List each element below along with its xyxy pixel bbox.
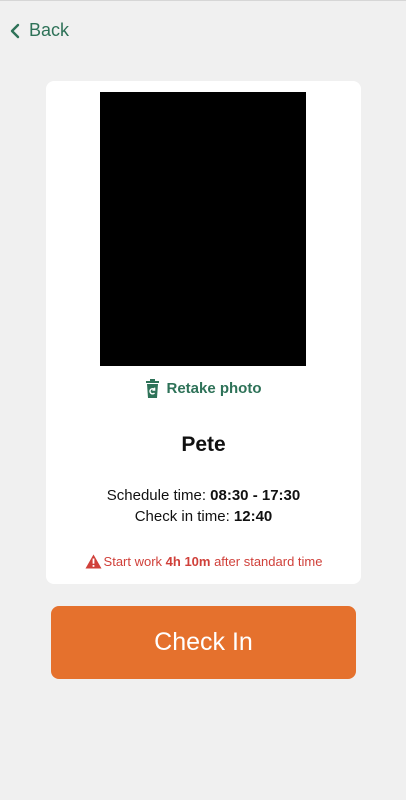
captured-photo bbox=[100, 92, 306, 366]
check-in-screen: Back Retake photo Pete Schedule time: 08… bbox=[0, 0, 406, 800]
check-in-time-row: Check in time: 12:40 bbox=[46, 506, 361, 527]
check-in-time-label: Check in time: bbox=[134, 508, 234, 525]
retake-photo-button[interactable]: Retake photo bbox=[46, 379, 361, 398]
late-warning-suffix: after standard time bbox=[210, 554, 323, 569]
schedule-time-value: 08:30 - 17:30 bbox=[210, 487, 301, 504]
trash-icon bbox=[145, 379, 160, 398]
back-button[interactable]: Back bbox=[9, 20, 69, 41]
retake-photo-label: Retake photo bbox=[166, 380, 262, 397]
schedule-info: Schedule time: 08:30 - 17:30 Check in ti… bbox=[46, 485, 361, 527]
top-divider bbox=[0, 0, 406, 1]
check-in-card: Retake photo Pete Schedule time: 08:30 -… bbox=[46, 81, 361, 584]
check-in-time-value: 12:40 bbox=[233, 508, 273, 525]
late-warning-text: Start work 4h 10m after standard time bbox=[104, 554, 323, 569]
employee-name: Pete bbox=[181, 433, 226, 456]
check-in-button[interactable]: Check In bbox=[51, 606, 356, 679]
schedule-time-row: Schedule time: 08:30 - 17:30 bbox=[46, 485, 361, 506]
warning-triangle-icon bbox=[85, 554, 102, 569]
chevron-left-icon bbox=[9, 23, 21, 39]
back-label: Back bbox=[29, 20, 70, 40]
schedule-time-label: Schedule time: bbox=[106, 487, 211, 504]
late-warning: Start work 4h 10m after standard time bbox=[46, 554, 361, 569]
late-warning-prefix: Start work bbox=[103, 554, 166, 569]
late-warning-duration: 4h 10m bbox=[165, 554, 211, 569]
